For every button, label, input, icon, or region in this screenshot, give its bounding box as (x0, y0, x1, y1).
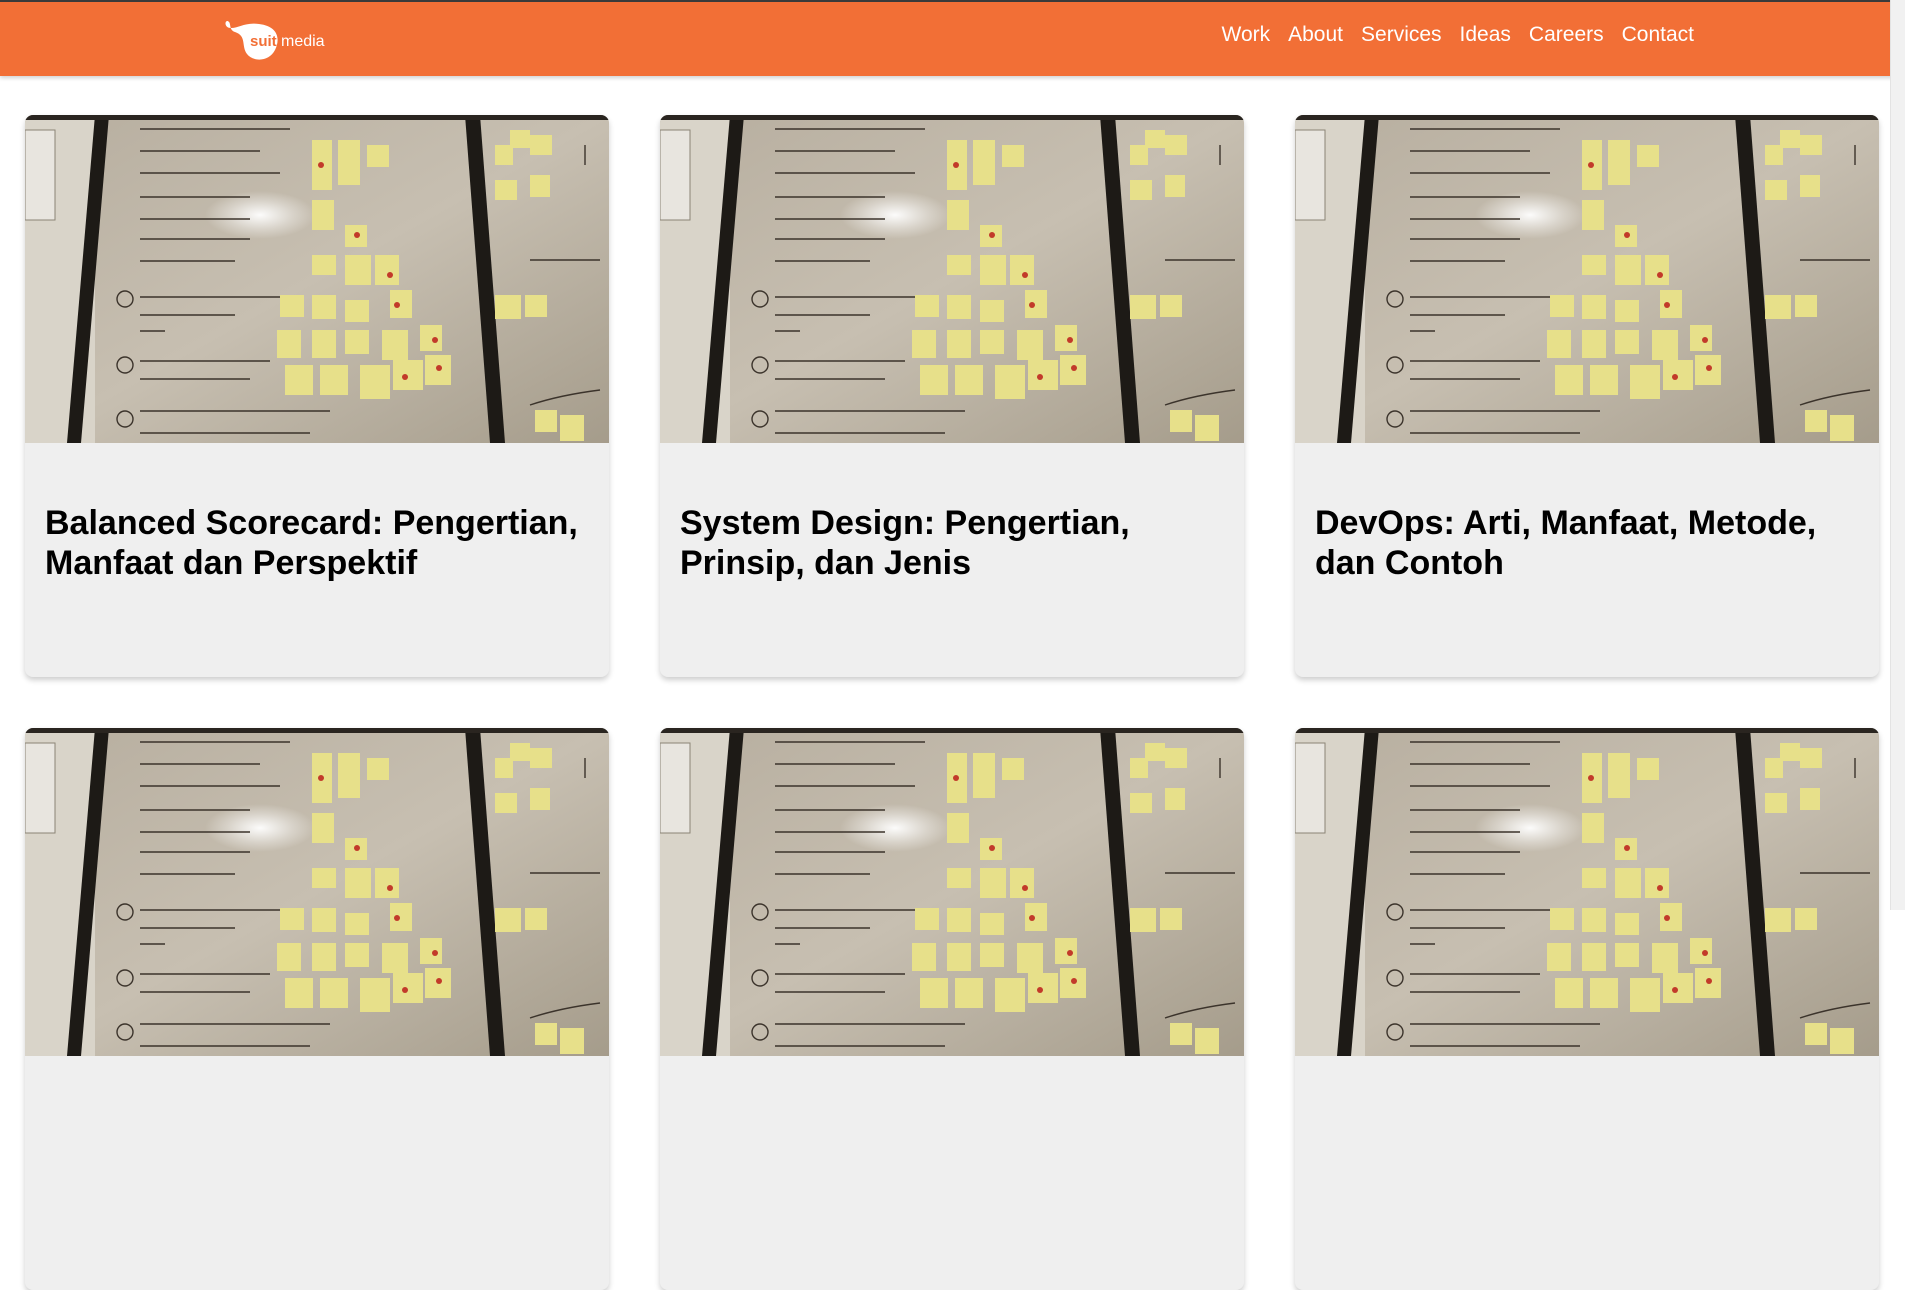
nav-contact[interactable]: Contact (1622, 21, 1694, 49)
post-thumbnail (25, 728, 609, 1056)
post-card[interactable]: DevOps: Arti, Manfaat, Metode, dan Conto… (1295, 115, 1879, 677)
post-card[interactable] (25, 728, 609, 1290)
nav-careers[interactable]: Careers (1529, 21, 1604, 49)
nav-work[interactable]: Work (1222, 21, 1271, 49)
svg-text:media: media (281, 33, 325, 50)
logo-mark-icon: suit media (225, 21, 325, 60)
main-nav: Work About Services Ideas Careers Contac… (1222, 21, 1695, 49)
post-card[interactable]: Balanced Scorecard: Pengertian, Manfaat … (25, 115, 609, 677)
post-thumbnail (25, 115, 609, 443)
suitmedia-logo[interactable]: suit media (223, 16, 343, 62)
post-thumbnail (1295, 115, 1879, 443)
post-grid: Balanced Scorecard: Pengertian, Manfaat … (25, 115, 1880, 1290)
site-header: suit media Work About Services Ideas Car… (0, 0, 1905, 76)
nav-services[interactable]: Services (1361, 21, 1442, 49)
post-title[interactable]: DevOps: Arti, Manfaat, Metode, dan Conto… (1315, 503, 1859, 583)
nav-about[interactable]: About (1288, 21, 1343, 49)
post-thumbnail (660, 728, 1244, 1056)
post-title[interactable]: System Design: Pengertian, Prinsip, dan … (680, 503, 1224, 583)
post-card[interactable] (660, 728, 1244, 1290)
svg-text:suit: suit (250, 33, 277, 50)
page-scrollbar[interactable] (1890, 0, 1905, 910)
post-card[interactable] (1295, 728, 1879, 1290)
post-thumbnail (1295, 728, 1879, 1056)
post-card[interactable]: System Design: Pengertian, Prinsip, dan … (660, 115, 1244, 677)
post-thumbnail (660, 115, 1244, 443)
nav-ideas[interactable]: Ideas (1460, 21, 1511, 49)
post-title[interactable]: Balanced Scorecard: Pengertian, Manfaat … (45, 503, 589, 583)
